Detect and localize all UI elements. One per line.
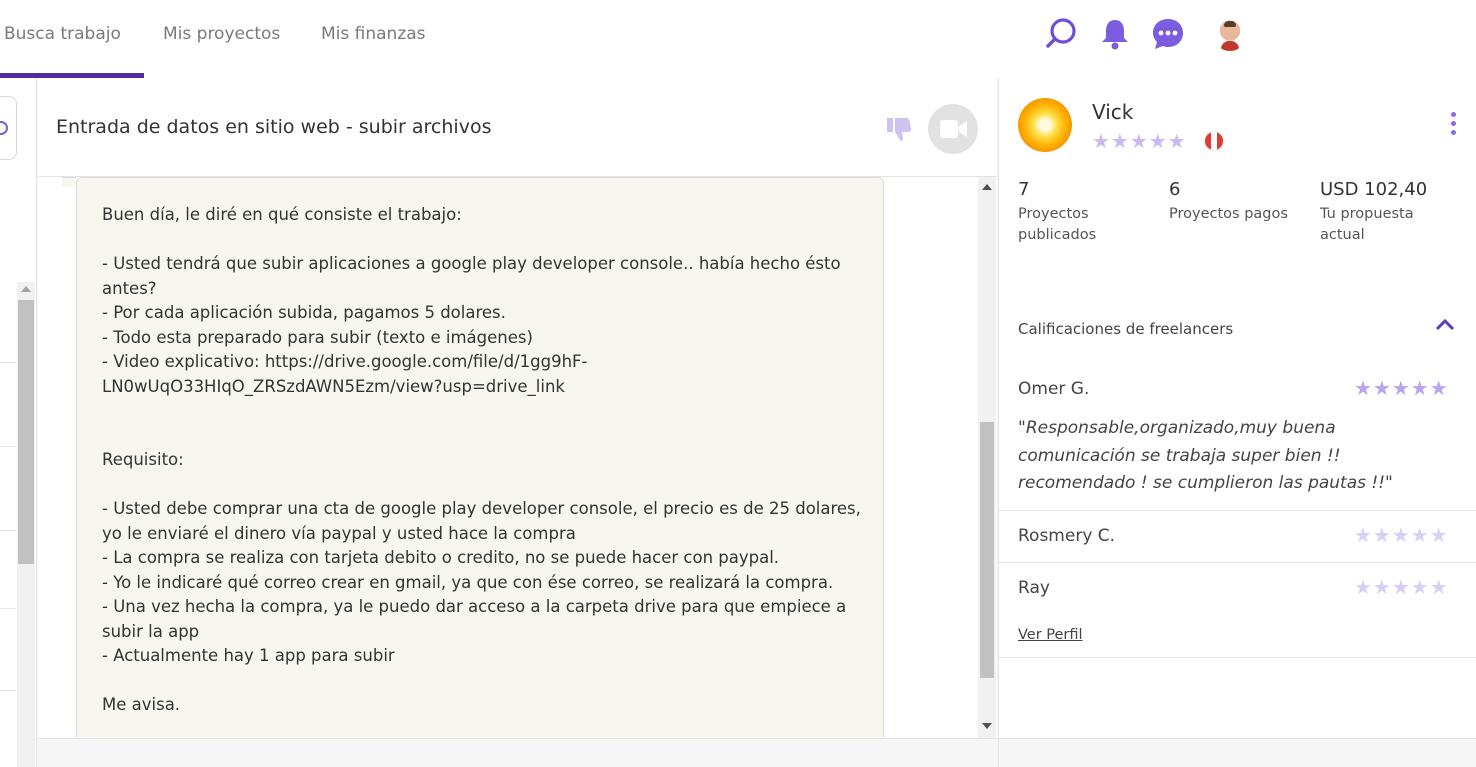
right-footer	[999, 738, 1476, 767]
stat-projects-published-value: 7	[1018, 179, 1030, 200]
search-icon	[0, 121, 8, 135]
scroll-up-arrow-icon[interactable]	[21, 286, 31, 292]
project-list-panel	[0, 78, 37, 767]
search-icon[interactable]	[1043, 16, 1079, 52]
top-navigation-bar: Busca trabajo Mis proyectos Mis finanzas	[0, 0, 1476, 78]
tab-mis-finanzas[interactable]: Mis finanzas	[321, 24, 426, 44]
ratings-section-title: Calificaciones de freelancers	[1018, 320, 1234, 338]
review-stars: ★★★★★	[1354, 575, 1449, 599]
review-author: Rosmery C.	[1018, 526, 1116, 546]
scrollbar-thumb[interactable]	[980, 422, 994, 678]
view-profile-link[interactable]: Ver Perfil	[1018, 627, 1083, 643]
project-detail-panel: Entrada de datos en sitio web - subir ar…	[38, 78, 997, 767]
list-item[interactable]	[0, 362, 16, 363]
thumbs-down-icon[interactable]	[883, 114, 913, 144]
user-avatar[interactable]	[1213, 17, 1247, 51]
client-name: Vick	[1092, 100, 1134, 124]
tab-mis-proyectos[interactable]: Mis proyectos	[163, 24, 280, 44]
list-item[interactable]	[0, 446, 16, 447]
stat-projects-published-label: Proyectos publicados	[1018, 206, 1097, 243]
divider	[999, 562, 1476, 563]
review-author: Ray	[1018, 578, 1050, 598]
stat-your-proposal-value: USD 102,40	[1320, 179, 1428, 200]
client-rating-stars: ★★★★★	[1092, 129, 1187, 153]
divider	[999, 657, 1476, 658]
more-options-icon[interactable]	[1451, 112, 1457, 138]
review-text: "Responsable,organizado,muy buena comuni…	[1018, 418, 1393, 493]
review-stars: ★★★★★	[1354, 376, 1449, 400]
bell-icon[interactable]	[1097, 16, 1133, 52]
chat-icon[interactable]	[1150, 16, 1186, 52]
list-item[interactable]	[0, 530, 16, 531]
client-info-panel: Vick ★★★★★ 7 Proyectos publicados 6 Proy…	[998, 78, 1476, 767]
project-description: Buen día, le diré en qué consiste el tra…	[102, 205, 861, 714]
client-avatar	[1018, 98, 1072, 152]
scroll-up-arrow-icon[interactable]	[982, 184, 992, 190]
stat-projects-paid-value: 6	[1169, 179, 1181, 200]
message-area: Buen día, le diré en qué consiste el tra…	[38, 177, 997, 738]
message-scrollbar[interactable]	[978, 177, 996, 738]
video-call-button[interactable]	[928, 104, 978, 154]
peru-flag-icon	[1204, 131, 1224, 151]
stat-projects-paid-label: Proyectos pagos	[1169, 206, 1288, 222]
divider	[999, 510, 1476, 511]
list-item[interactable]	[0, 608, 16, 609]
list-item[interactable]	[0, 690, 16, 691]
bubble-tail	[62, 177, 76, 187]
project-description-bubble: Buen día, le diré en qué consiste el tra…	[76, 177, 884, 738]
video-camera-icon	[940, 120, 967, 138]
chevron-up-icon[interactable]	[1435, 316, 1455, 331]
review-stars: ★★★★★	[1354, 523, 1449, 547]
project-title: Entrada de datos en sitio web - subir ar…	[56, 116, 492, 138]
scrollbar-thumb[interactable]	[18, 300, 34, 564]
scroll-down-arrow-icon[interactable]	[982, 723, 992, 729]
review-author: Omer G.	[1018, 379, 1090, 399]
left-scrollbar[interactable]	[17, 282, 35, 767]
center-footer	[38, 738, 997, 767]
stat-your-proposal-label: Tu propuesta actual	[1320, 206, 1414, 243]
left-search-box[interactable]	[0, 96, 17, 160]
project-header: Entrada de datos en sitio web - subir ar…	[38, 78, 997, 177]
tab-busca-trabajo[interactable]: Busca trabajo	[4, 24, 121, 44]
